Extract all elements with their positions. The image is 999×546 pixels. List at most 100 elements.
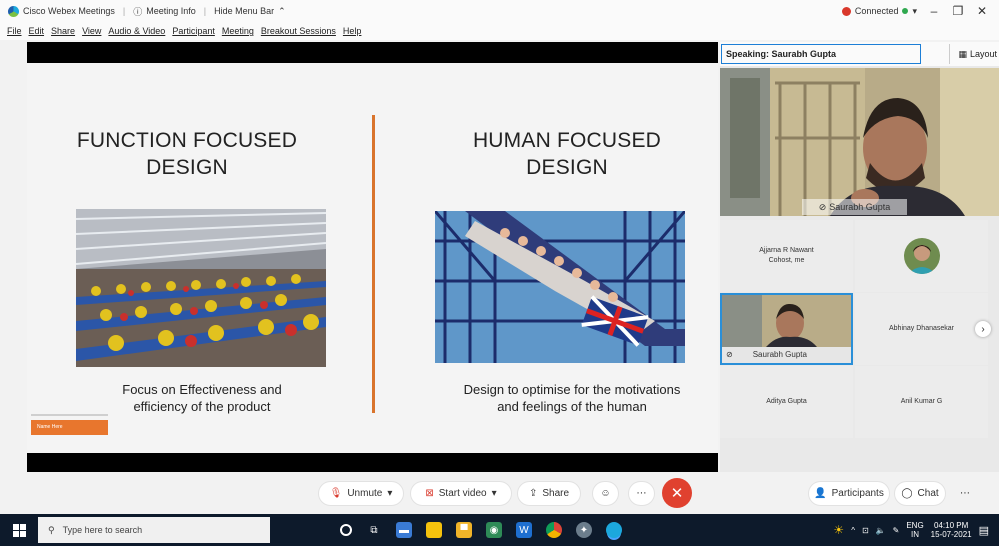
language-code: ENG xyxy=(906,521,924,530)
notification-icon[interactable]: ▤ xyxy=(979,524,989,537)
menu-audio-video[interactable]: Audio & Video xyxy=(108,26,165,36)
unmute-label: Unmute xyxy=(347,488,383,499)
settings-app-icon[interactable]: ✦ xyxy=(576,522,592,538)
avatar xyxy=(903,238,940,274)
connection-label: Connected xyxy=(854,6,899,16)
start-video-button[interactable]: ⊠ Start video ▾ xyxy=(410,481,512,506)
menu-edit[interactable]: Edit xyxy=(29,26,45,36)
menu-bar: File Edit Share View Audio & Video Parti… xyxy=(0,22,999,40)
participant-tile-selected[interactable]: ⊘ Saurabh Gupta xyxy=(720,293,853,365)
layout-button[interactable]: ▦ Layout xyxy=(949,44,997,64)
left-caption-line-1: Focus on Effectiveness and xyxy=(122,382,282,397)
info-icon: ⓘ xyxy=(133,6,143,17)
menu-help[interactable]: Help xyxy=(343,26,362,36)
task-view-icon[interactable]: ⧉ xyxy=(366,522,382,538)
left-column-title: FUNCTION FOCUSED DESIGN xyxy=(67,127,307,181)
more-icon: ⋯ xyxy=(960,488,970,499)
right-column-title: HUMAN FOCUSED DESIGN xyxy=(447,127,687,181)
factory-workers-image xyxy=(76,209,326,367)
taskbar-apps: ⧉ ▬ ▀ ◉ W ✦ xyxy=(340,522,622,538)
system-tray: ☀ ^ ⊡ 🔈 ✎ ENG IN 04:10 PM 15-07-2021 ▤ xyxy=(833,521,989,539)
record-icon xyxy=(841,6,851,16)
slide-footer-tag: Name Here xyxy=(31,420,108,435)
chat-label: Chat xyxy=(917,488,939,499)
microphone-muted-icon: 🎙 xyxy=(329,488,343,499)
participant-tile[interactable]: Aditya Gupta xyxy=(720,366,853,438)
webex-app-icon[interactable] xyxy=(606,522,622,538)
participant-tile[interactable]: Ajjarna R Nawant Cohost, me xyxy=(720,220,853,292)
person-icon: 👤 xyxy=(814,488,827,499)
windows-logo-icon xyxy=(12,523,26,537)
pen-icon[interactable]: ✎ xyxy=(893,526,900,535)
more-icon: ⋯ xyxy=(636,488,647,499)
file-explorer-icon[interactable]: ▀ xyxy=(456,522,472,538)
weather-icon[interactable]: ☀ xyxy=(833,523,844,537)
column-divider xyxy=(372,115,375,413)
share-button[interactable]: ⇪ Share xyxy=(517,481,581,506)
photos-icon[interactable]: ◉ xyxy=(486,522,502,538)
chevron-down-icon: ▾ xyxy=(912,5,917,16)
layout-label: Layout xyxy=(969,49,997,59)
more-options-button[interactable]: ⋯ xyxy=(628,481,655,506)
window-title-bar: Cisco Webex Meetings | ⓘ Meeting Info | … xyxy=(0,0,999,22)
search-icon: ⚲ xyxy=(48,524,55,535)
menu-file[interactable]: File xyxy=(7,26,22,36)
meeting-info-button[interactable]: ⓘ Meeting Info xyxy=(133,5,196,18)
participant-name: Abhinay Dhanasekar xyxy=(889,325,954,332)
volume-icon[interactable]: 🔈 xyxy=(876,526,886,535)
emoji-icon: ☺ xyxy=(600,488,611,499)
reactions-button[interactable]: ☺ xyxy=(592,481,619,506)
taskbar-search-box[interactable]: ⚲ Type here to search xyxy=(38,517,270,543)
video-off-icon: ⊠ xyxy=(425,488,434,499)
left-title-line-2: DESIGN xyxy=(146,156,228,179)
webex-logo-icon xyxy=(8,5,19,17)
share-icon: ⇪ xyxy=(528,488,538,499)
clock[interactable]: 04:10 PM 15-07-2021 xyxy=(931,521,972,539)
start-button[interactable] xyxy=(0,523,38,537)
hide-menu-bar-button[interactable]: Hide Menu Bar ⌃ xyxy=(214,6,286,17)
network-icon[interactable]: ⊡ xyxy=(862,526,869,535)
menu-meeting[interactable]: Meeting xyxy=(222,26,254,36)
app-title-text: Cisco Webex Meetings xyxy=(23,6,115,16)
right-caption-line-2: and feelings of the human xyxy=(497,399,647,414)
participants-label: Participants xyxy=(831,488,884,499)
share-label: Share xyxy=(542,488,570,499)
participants-button[interactable]: 👤 Participants xyxy=(808,481,890,506)
connection-status[interactable]: Connected ▾ xyxy=(841,5,917,17)
chat-icon: ◯ xyxy=(901,488,913,499)
participant-name: Anil Kumar G xyxy=(900,398,943,405)
language-indicator[interactable]: ENG IN xyxy=(906,521,923,539)
chrome-icon[interactable] xyxy=(546,522,562,538)
shared-content-area: FUNCTION FOCUSED DESIGN HUMAN FOCUSED DE… xyxy=(27,42,718,472)
calculator-icon[interactable]: ▬ xyxy=(396,522,412,538)
sticky-notes-icon[interactable] xyxy=(426,522,442,538)
cortana-icon[interactable] xyxy=(340,524,352,536)
active-speaker-name: Saurabh Gupta xyxy=(829,202,891,212)
menu-view[interactable]: View xyxy=(82,26,101,36)
participant-tile[interactable]: Anil Kumar G xyxy=(855,366,988,438)
unmute-button[interactable]: 🎙 Unmute ▾ xyxy=(318,481,404,506)
panel-more-button[interactable]: ⋯ xyxy=(952,481,978,506)
right-caption-line-1: Design to optimise for the motivations xyxy=(463,382,681,397)
show-hidden-icons-icon[interactable]: ^ xyxy=(851,526,855,535)
chevron-right-icon[interactable]: › xyxy=(975,321,991,337)
active-speaker-video[interactable]: ⊘ Saurabh Gupta xyxy=(720,68,999,216)
participant-tile[interactable] xyxy=(855,220,988,292)
right-title-line-2: DESIGN xyxy=(526,156,608,179)
leave-meeting-button[interactable]: ✕ xyxy=(662,478,692,508)
speaker-icon: ⊘ xyxy=(726,350,733,359)
word-icon[interactable]: W xyxy=(516,522,532,538)
chat-button[interactable]: ◯ Chat xyxy=(894,481,946,506)
menu-participant[interactable]: Participant xyxy=(172,26,215,36)
close-icon[interactable]: ✕ xyxy=(975,4,989,18)
participant-tile[interactable]: Abhinay Dhanasekar xyxy=(855,293,988,365)
right-title-line-1: HUMAN FOCUSED xyxy=(472,129,662,152)
participant-role: Cohost, me xyxy=(768,257,805,264)
speaker-icon: ⊘ xyxy=(818,201,827,212)
menu-breakout-sessions[interactable]: Breakout Sessions xyxy=(261,26,336,36)
menu-share[interactable]: Share xyxy=(51,26,75,36)
restore-icon[interactable]: ❐ xyxy=(951,4,965,18)
minimize-icon[interactable]: – xyxy=(927,4,941,18)
participant-name: Ajjarna R Nawant xyxy=(759,247,814,254)
video-panel: Speaking: Saurabh Gupta ▦ Layout ⊘ Saura… xyxy=(720,42,999,472)
